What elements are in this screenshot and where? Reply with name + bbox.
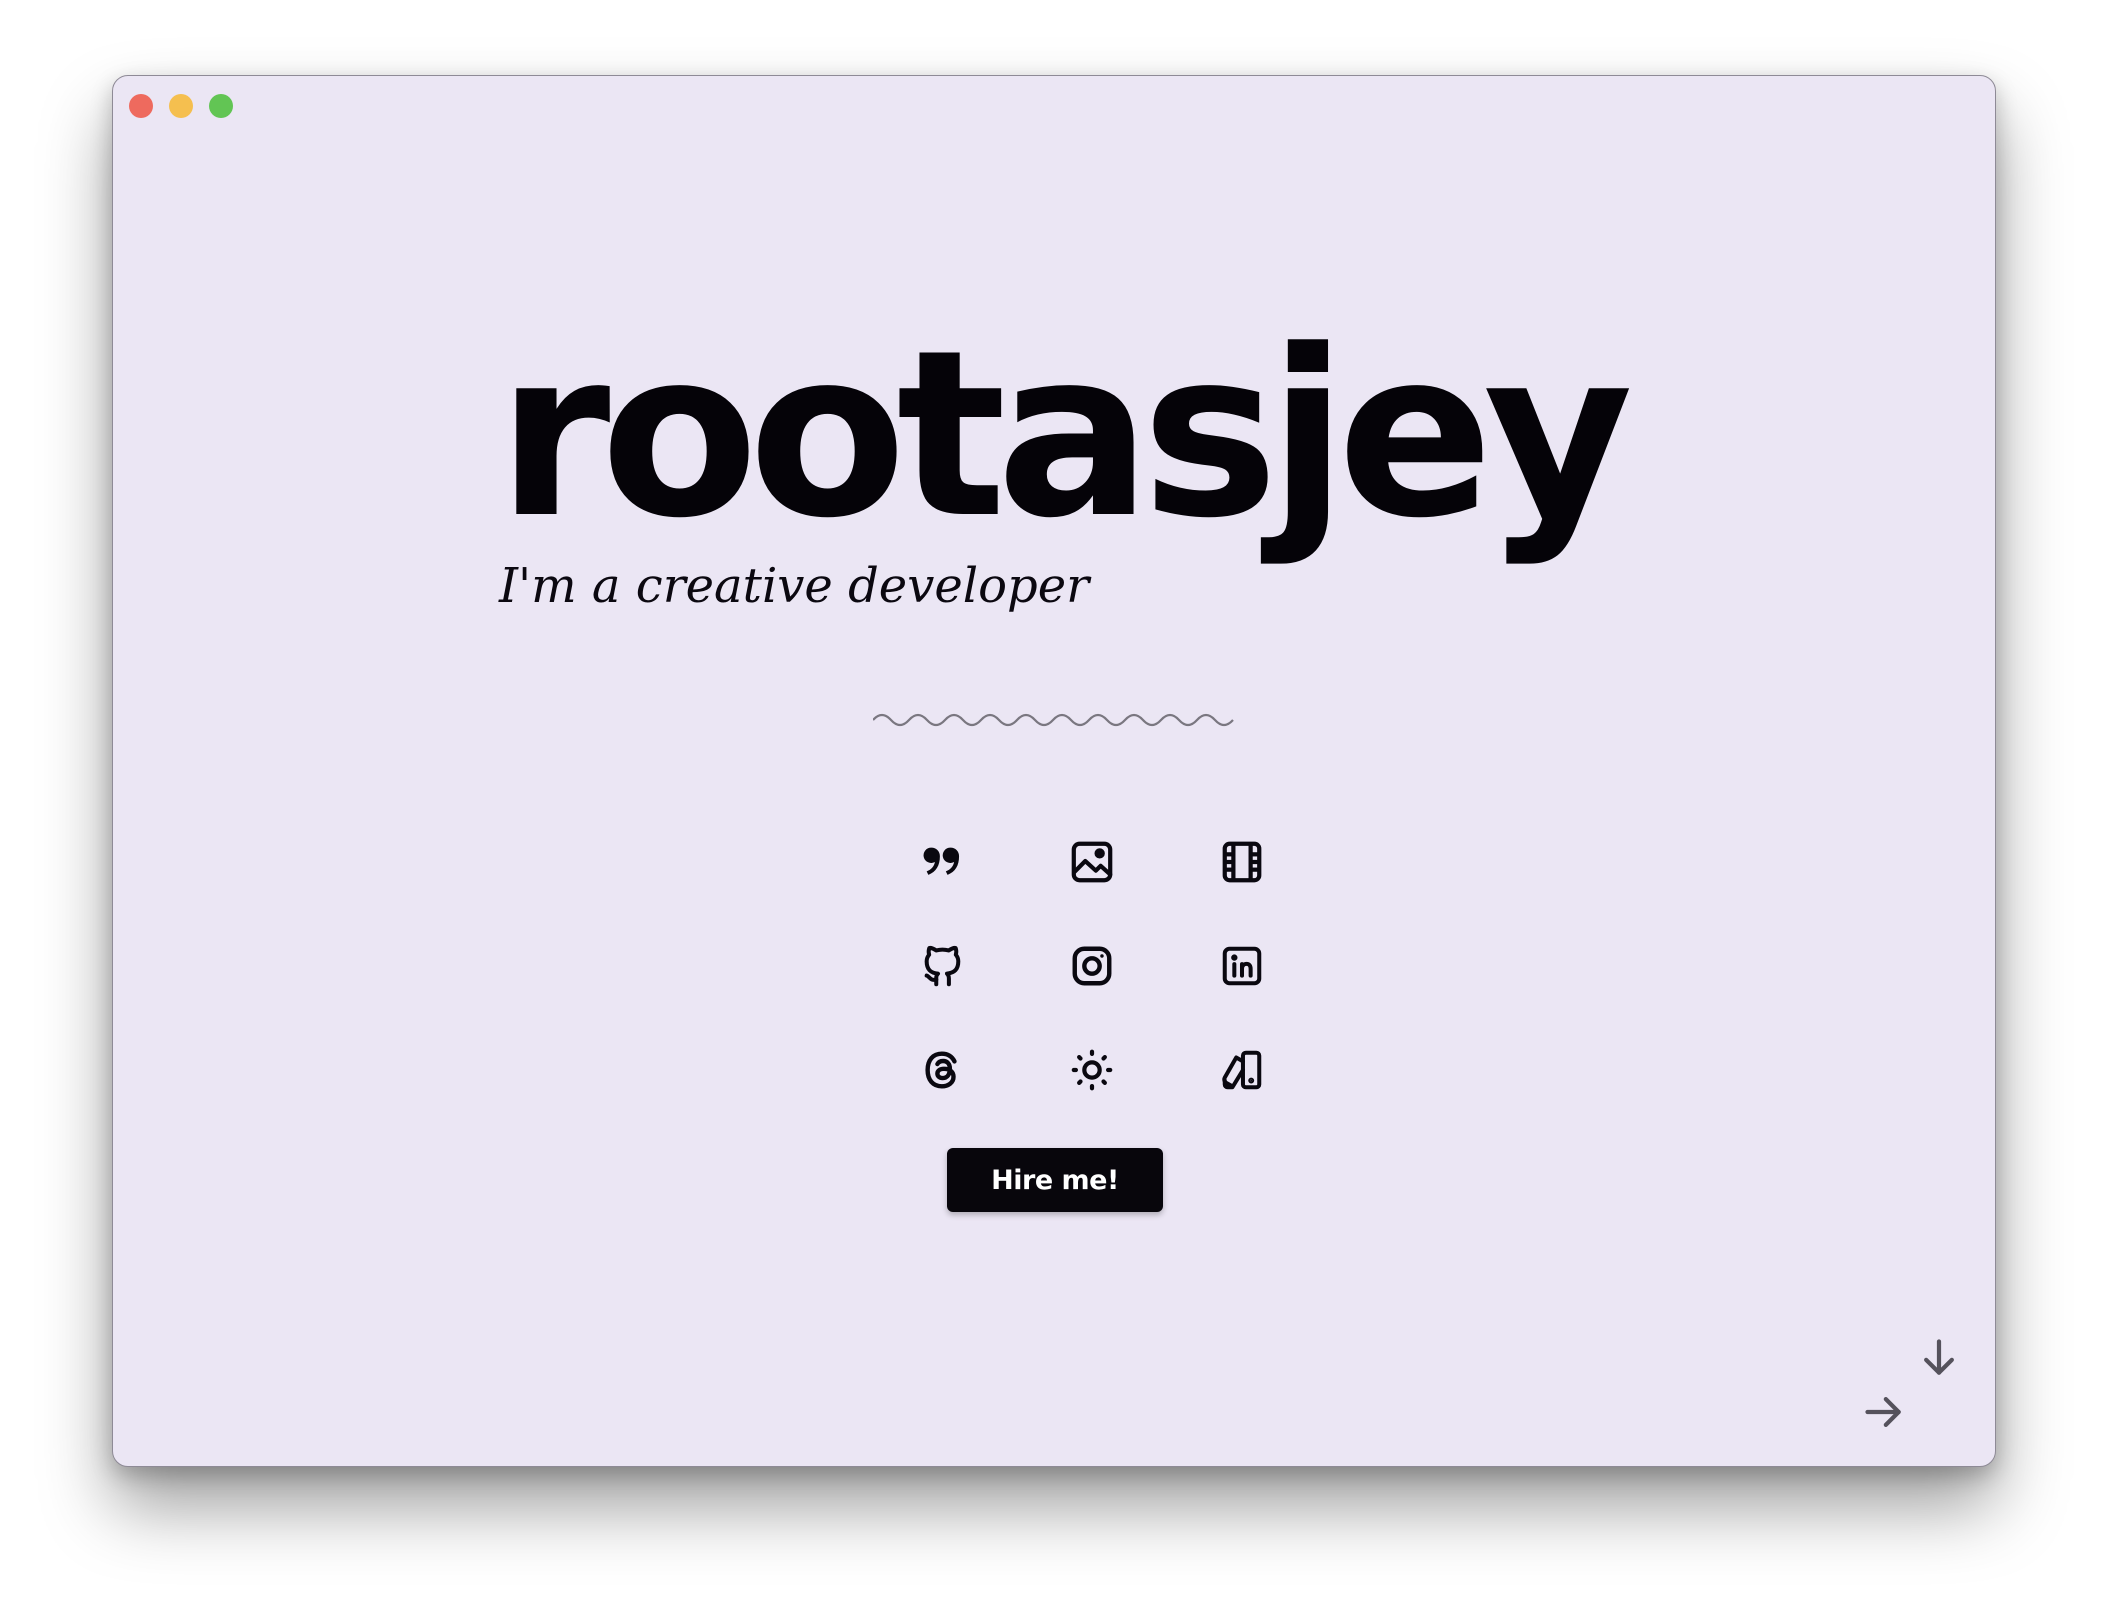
- desktop-backdrop: rootasjey I'm a creative developer Hire …: [0, 0, 2108, 1616]
- threads-icon: [925, 1051, 957, 1089]
- close-window-button[interactable]: [129, 94, 153, 118]
- quotes-link[interactable]: [867, 810, 1017, 914]
- minimize-window-button[interactable]: [169, 94, 193, 118]
- github-link[interactable]: [867, 914, 1017, 1018]
- design-swatch-icon: [1222, 1050, 1262, 1090]
- linkedin-link[interactable]: [1167, 914, 1317, 1018]
- icon-links-grid: [867, 810, 1317, 1122]
- image-icon: [1071, 841, 1113, 883]
- site-title: rootasjey: [497, 302, 1633, 569]
- arrow-down-icon[interactable]: [1917, 1336, 1961, 1380]
- sun-icon: [1071, 1049, 1113, 1091]
- instagram-link[interactable]: [1017, 914, 1167, 1018]
- theme-toggle[interactable]: [1017, 1018, 1167, 1122]
- videos-link[interactable]: [1167, 810, 1317, 914]
- window-controls: [129, 94, 233, 118]
- site-tagline: I'm a creative developer: [499, 558, 1090, 614]
- film-icon: [1222, 841, 1262, 883]
- browser-window: rootasjey I'm a creative developer Hire …: [112, 75, 1996, 1467]
- maximize-window-button[interactable]: [209, 94, 233, 118]
- hire-me-button[interactable]: Hire me!: [947, 1148, 1163, 1212]
- design-link[interactable]: [1167, 1018, 1317, 1122]
- github-icon: [924, 945, 961, 987]
- instagram-icon: [1072, 946, 1112, 986]
- linkedin-icon: [1222, 946, 1262, 986]
- wavy-divider: [873, 713, 1234, 727]
- threads-link[interactable]: [867, 1018, 1017, 1122]
- arrow-right-icon[interactable]: [1862, 1390, 1906, 1434]
- gallery-link[interactable]: [1017, 810, 1167, 914]
- quote-icon: [923, 847, 960, 875]
